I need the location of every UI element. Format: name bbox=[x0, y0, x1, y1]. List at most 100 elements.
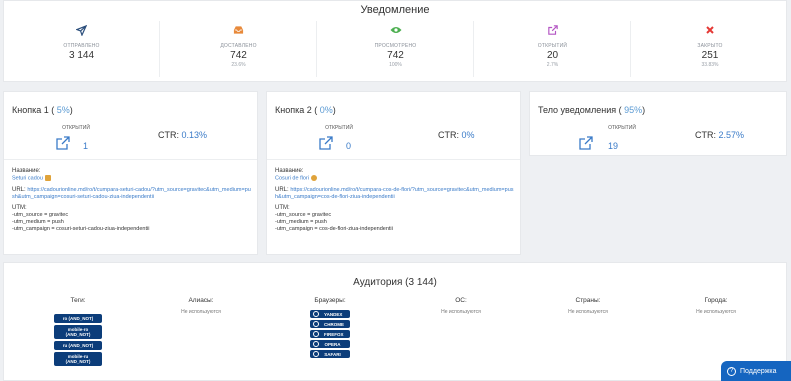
external-link-icon[interactable] bbox=[56, 136, 70, 155]
name-link[interactable]: Seturi cadou bbox=[12, 176, 43, 182]
notification-stats-card: Уведомление Отправлено 3 144 Доставлено … bbox=[3, 0, 787, 82]
yandex-icon bbox=[313, 311, 319, 317]
stat-label: Отправлено bbox=[63, 43, 100, 49]
os-value: Не используются bbox=[441, 309, 481, 315]
browsers-label: Браузеры: bbox=[314, 297, 346, 304]
stat-value: 742 bbox=[387, 50, 404, 61]
aliases-label: Алиасы: bbox=[188, 297, 214, 304]
external-link-icon[interactable] bbox=[319, 136, 333, 155]
opened-count: 1 bbox=[83, 141, 89, 151]
url-label: URL: bbox=[275, 186, 289, 193]
audience-title: Аудитория (3 144) bbox=[353, 277, 437, 288]
stat-label: Просмотрено bbox=[374, 43, 417, 49]
utm-line: -utm_campaign = cos-de-flori-ziua-indepe… bbox=[275, 225, 393, 232]
eye-icon bbox=[318, 23, 473, 37]
utm-line: -utm_medium = push bbox=[12, 218, 64, 225]
name-label: Название: bbox=[12, 168, 41, 174]
help-icon: ? bbox=[727, 366, 736, 376]
button-2-title: Кнопка 2 ( 0%) bbox=[275, 105, 336, 115]
utm-label: UTM: bbox=[12, 204, 27, 211]
safari-icon bbox=[313, 351, 319, 357]
browser-badge-chrome: CHROME bbox=[310, 320, 350, 328]
opera-icon bbox=[313, 341, 319, 347]
aliases-column: Алиасы: Не используются bbox=[137, 297, 265, 315]
chrome-icon bbox=[313, 321, 319, 327]
external-link-icon bbox=[475, 23, 630, 37]
name-label: Название: bbox=[275, 168, 304, 174]
button-2-card: Кнопка 2 ( 0%) Открытий 0 CTR: 0% Назван… bbox=[266, 91, 521, 255]
tag-badge: ro (AND_NOT) bbox=[54, 314, 102, 323]
browser-badge-firefox: FIREFOX bbox=[310, 330, 350, 338]
countries-column: Страны: Не используются bbox=[524, 297, 652, 315]
button-1-card: Кнопка 1 ( 5%) Открытий 1 CTR: 0.13% Наз… bbox=[3, 91, 258, 255]
tag-badge: mobile-ro (AND_NOT) bbox=[54, 325, 102, 339]
opened-label: Открытий bbox=[62, 125, 90, 131]
stat-value: 251 bbox=[701, 50, 719, 61]
stat-delivered: Доставлено 742 23.6% bbox=[161, 21, 317, 77]
cities-label: Города: bbox=[704, 297, 728, 304]
url-link[interactable]: https://cadourionline.md/ro/t/cumpara-se… bbox=[12, 187, 251, 200]
browser-badge-safari: SAFARI bbox=[310, 350, 350, 358]
stat-sent: Отправлено 3 144 bbox=[4, 21, 160, 77]
stat-opened: Открытий 20 2.7% bbox=[475, 21, 631, 77]
ctr-value: CTR: 0% bbox=[438, 130, 475, 140]
countries-value: Не используются bbox=[568, 309, 608, 315]
ctr-value: CTR: 0.13% bbox=[158, 130, 208, 140]
os-label: ОС: bbox=[455, 297, 467, 304]
stat-percent: 23.6% bbox=[231, 62, 246, 68]
tag-badge: ru (AND_NOT) bbox=[54, 341, 102, 350]
tag-badge: mobile-ru (AND_NOT) bbox=[54, 352, 102, 366]
utm-line: -utm_medium = push bbox=[275, 218, 327, 225]
stat-value: 20 bbox=[546, 50, 559, 61]
button-1-info: Название: Seturi cadou URL: https://cado… bbox=[12, 168, 252, 233]
opened-label: Открытий bbox=[608, 125, 636, 131]
paper-plane-icon bbox=[4, 23, 159, 37]
support-button[interactable]: ? Поддержка bbox=[721, 361, 791, 381]
utm-line: -utm_campaign = cosuri-seturi-cadou-ziua… bbox=[12, 225, 150, 232]
url-link[interactable]: https://cadourionline.md/ro/t/cumpara-co… bbox=[275, 187, 514, 200]
browser-badge-opera: OPERA bbox=[310, 340, 350, 348]
stat-value: 3 144 bbox=[68, 50, 95, 61]
button-2-info: Название: Cosuri de flori URL: https://c… bbox=[275, 168, 515, 233]
stat-viewed: Просмотрено 742 100% bbox=[318, 21, 474, 77]
cities-value: Не используются bbox=[696, 309, 736, 315]
tags-label: Теги: bbox=[70, 297, 86, 304]
firefox-icon bbox=[313, 331, 319, 337]
flower-emoji-icon bbox=[310, 175, 317, 181]
stat-percent: 2.7% bbox=[546, 62, 559, 68]
aliases-value: Не используются bbox=[181, 309, 221, 315]
name-link[interactable]: Cosuri de flori bbox=[275, 176, 309, 182]
cities-column: Города: Не используются bbox=[652, 297, 780, 315]
stat-label: Открытий bbox=[537, 43, 568, 49]
stat-percent: 100% bbox=[389, 62, 402, 68]
stat-closed: Закрыто 251 33.83% bbox=[632, 21, 788, 77]
divider bbox=[267, 159, 520, 160]
notification-body-card: Тело уведомления ( 95%) Открытий 19 CTR:… bbox=[529, 91, 787, 156]
browser-badge-yandex: YANDEX bbox=[310, 310, 350, 318]
stat-label: Закрыто bbox=[697, 43, 723, 49]
stat-label: Доставлено bbox=[220, 43, 257, 49]
gift-emoji-icon bbox=[44, 175, 51, 181]
opened-count: 19 bbox=[608, 141, 619, 151]
audience-card: Аудитория (3 144) Теги: ro (AND_NOT) mob… bbox=[3, 262, 787, 381]
browsers-column: Браузеры: YANDEX CHROME FIREFOX OPERA SA… bbox=[266, 297, 394, 358]
stat-percent: 33.83% bbox=[701, 62, 719, 68]
opened-label: Открытий bbox=[325, 125, 353, 131]
tags-column: Теги: ro (AND_NOT) mobile-ro (AND_NOT) r… bbox=[14, 297, 142, 366]
stat-value: 742 bbox=[230, 50, 247, 61]
utm-label: UTM: bbox=[275, 204, 290, 211]
utm-line: -utm_source = gravitec bbox=[275, 211, 332, 218]
body-title: Тело уведомления ( 95%) bbox=[538, 105, 646, 115]
stats-title: Уведомление bbox=[360, 4, 430, 16]
ctr-value: CTR: 2.57% bbox=[695, 130, 745, 140]
url-label: URL: bbox=[12, 186, 26, 193]
button-1-title: Кнопка 1 ( 5%) bbox=[12, 105, 73, 115]
opened-count: 0 bbox=[346, 141, 352, 151]
divider bbox=[4, 159, 257, 160]
countries-label: Страны: bbox=[575, 297, 601, 304]
external-link-icon[interactable] bbox=[579, 136, 593, 155]
os-column: ОС: Не используются bbox=[397, 297, 525, 315]
support-label: Поддержка bbox=[740, 367, 777, 375]
utm-line: -utm_source = gravitec bbox=[12, 211, 69, 218]
inbox-icon bbox=[161, 23, 316, 37]
